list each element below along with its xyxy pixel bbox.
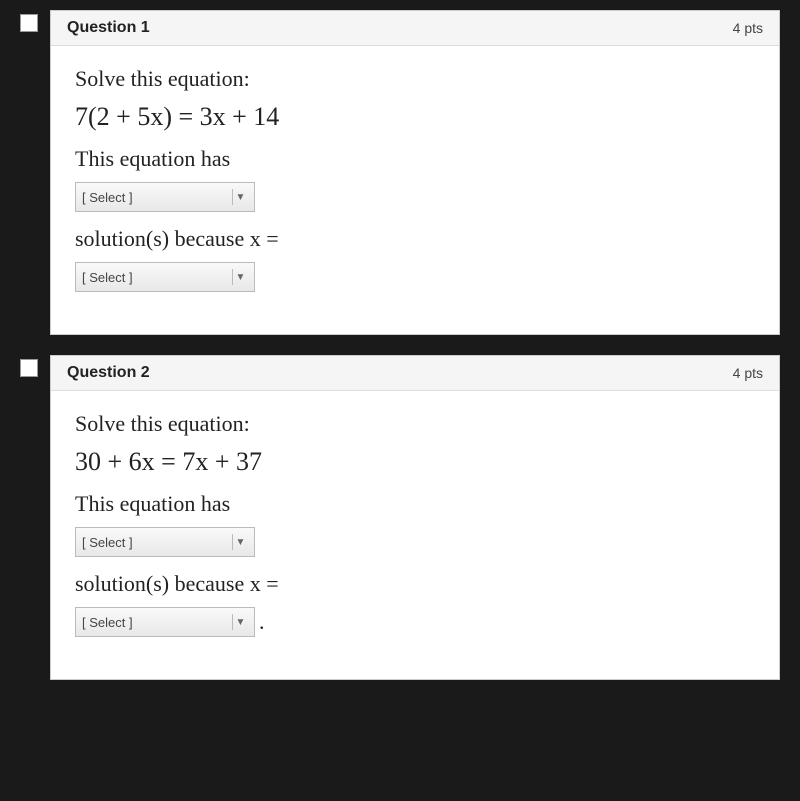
q2-dropdown2[interactable]: [ Select ] ▼	[75, 607, 255, 637]
q2-dropdown1-arrow: ▼	[232, 534, 248, 550]
q2-text-after: solution(s) because x =	[75, 571, 755, 597]
q2-checkbox-area	[20, 355, 50, 382]
q2-dropdown1[interactable]: [ Select ] ▼	[75, 527, 255, 557]
q1-dropdown1[interactable]: [ Select ] ▼	[75, 182, 255, 212]
q2-equation: 30 + 6x = 7x + 37	[75, 447, 755, 477]
q1-checkbox[interactable]	[20, 14, 38, 32]
q2-dropdown1-text: [ Select ]	[82, 535, 228, 550]
q1-text-before: This equation has	[75, 146, 755, 172]
q2-text-before: This equation has	[75, 491, 755, 517]
q1-dropdown1-text: [ Select ]	[82, 190, 228, 205]
q1-checkbox-area	[20, 10, 50, 37]
q1-text-after: solution(s) because x =	[75, 226, 755, 252]
q2-dropdown1-row: [ Select ] ▼	[75, 527, 755, 557]
q2-header: Question 2 4 pts	[51, 356, 779, 391]
q1-dropdown2[interactable]: [ Select ] ▼	[75, 262, 255, 292]
q2-prompt: Solve this equation:	[75, 411, 755, 437]
q2-checkbox[interactable]	[20, 359, 38, 377]
page-container: Question 1 4 pts Solve this equation: 7(…	[0, 0, 800, 690]
q1-dropdown1-row: [ Select ] ▼	[75, 182, 755, 212]
q2-card: Question 2 4 pts Solve this equation: 30…	[50, 355, 780, 680]
q1-card: Question 1 4 pts Solve this equation: 7(…	[50, 10, 780, 335]
question-1-wrapper: Question 1 4 pts Solve this equation: 7(…	[0, 0, 800, 345]
q1-equation: 7(2 + 5x) = 3x + 14	[75, 102, 755, 132]
q2-dropdown2-row: [ Select ] ▼ .	[75, 607, 755, 637]
q1-dropdown2-text: [ Select ]	[82, 270, 228, 285]
q2-title: Question 2	[67, 364, 150, 382]
q1-prompt: Solve this equation:	[75, 66, 755, 92]
q2-points: 4 pts	[733, 365, 763, 381]
q1-body: Solve this equation: 7(2 + 5x) = 3x + 14…	[51, 46, 779, 334]
q2-dropdown2-text: [ Select ]	[82, 615, 228, 630]
q2-body: Solve this equation: 30 + 6x = 7x + 37 T…	[51, 391, 779, 679]
question-2-wrapper: Question 2 4 pts Solve this equation: 30…	[0, 345, 800, 690]
q1-header: Question 1 4 pts	[51, 11, 779, 46]
q1-points: 4 pts	[733, 20, 763, 36]
q2-trailing-period: .	[259, 609, 265, 635]
q1-title: Question 1	[67, 19, 150, 37]
q1-dropdown2-row: [ Select ] ▼	[75, 262, 755, 292]
q1-dropdown2-arrow: ▼	[232, 269, 248, 285]
q1-dropdown1-arrow: ▼	[232, 189, 248, 205]
q2-dropdown2-arrow: ▼	[232, 614, 248, 630]
